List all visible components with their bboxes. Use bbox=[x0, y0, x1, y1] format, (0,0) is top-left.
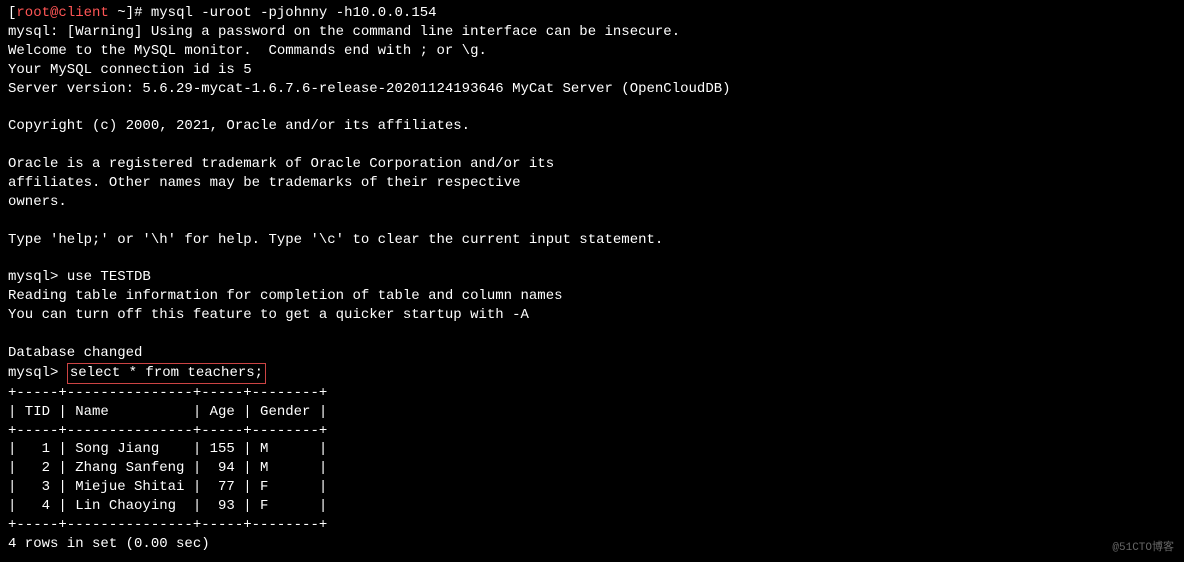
output-trademark-1: Oracle is a registered trademark of Orac… bbox=[8, 155, 1176, 174]
output-trademark-2: affiliates. Other names may be trademark… bbox=[8, 174, 1176, 193]
table-border-mid: +-----+---------------+-----+--------+ bbox=[8, 422, 1176, 441]
output-trademark-3: owners. bbox=[8, 193, 1176, 212]
prompt-user: root bbox=[16, 5, 50, 21]
prompt-bracket-close: ] bbox=[126, 5, 134, 21]
blank-line bbox=[8, 98, 1176, 117]
table-row: | 2 | Zhang Sanfeng | 94 | M | bbox=[8, 459, 1176, 478]
prompt-hash: # bbox=[134, 5, 151, 21]
mysql-prompt: mysql> bbox=[8, 269, 67, 285]
output-welcome: Welcome to the MySQL monitor. Commands e… bbox=[8, 42, 1176, 61]
select-command-highlighted: select * from teachers; bbox=[67, 363, 266, 384]
mysql-use-line[interactable]: mysql> use TESTDB bbox=[8, 268, 1176, 287]
table-border-top: +-----+---------------+-----+--------+ bbox=[8, 384, 1176, 403]
mysql-select-line[interactable]: mysql> select * from teachers; bbox=[8, 363, 1176, 384]
prompt-host: client bbox=[58, 5, 108, 21]
output-server-version: Server version: 5.6.29-mycat-1.6.7.6-rel… bbox=[8, 80, 1176, 99]
blank-line bbox=[8, 212, 1176, 231]
table-header: | TID | Name | Age | Gender | bbox=[8, 403, 1176, 422]
blank-line bbox=[8, 250, 1176, 269]
blank-line bbox=[8, 325, 1176, 344]
output-database-changed: Database changed bbox=[8, 344, 1176, 363]
use-command: use TESTDB bbox=[67, 269, 151, 285]
watermark: @51CTO博客 bbox=[1112, 541, 1174, 556]
output-reading: Reading table information for completion… bbox=[8, 287, 1176, 306]
output-turnoff: You can turn off this feature to get a q… bbox=[8, 306, 1176, 325]
command-text: mysql -uroot -pjohnny -h10.0.0.154 bbox=[151, 5, 437, 21]
output-warning: mysql: [Warning] Using a password on the… bbox=[8, 23, 1176, 42]
mysql-prompt: mysql> bbox=[8, 365, 67, 381]
prompt-path: ~ bbox=[109, 5, 126, 21]
output-help: Type 'help;' or '\h' for help. Type '\c'… bbox=[8, 231, 1176, 250]
table-row: | 1 | Song Jiang | 155 | M | bbox=[8, 440, 1176, 459]
terminal-output: [root@client ~]# mysql -uroot -pjohnny -… bbox=[8, 4, 1176, 554]
table-border-bottom: +-----+---------------+-----+--------+ bbox=[8, 516, 1176, 535]
table-row: | 4 | Lin Chaoying | 93 | F | bbox=[8, 497, 1176, 516]
table-row: | 3 | Miejue Shitai | 77 | F | bbox=[8, 478, 1176, 497]
blank-line bbox=[8, 136, 1176, 155]
output-connection-id: Your MySQL connection id is 5 bbox=[8, 61, 1176, 80]
result-summary: 4 rows in set (0.00 sec) bbox=[8, 535, 1176, 554]
output-copyright: Copyright (c) 2000, 2021, Oracle and/or … bbox=[8, 117, 1176, 136]
shell-prompt-line[interactable]: [root@client ~]# mysql -uroot -pjohnny -… bbox=[8, 4, 1176, 23]
